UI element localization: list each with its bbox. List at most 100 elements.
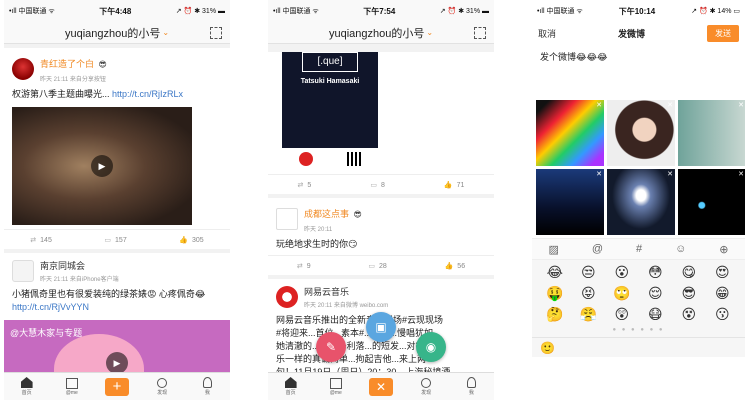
repost-button[interactable]: ⇄ 5: [298, 181, 312, 189]
attached-image[interactable]: ✕: [536, 169, 604, 235]
avatar[interactable]: [12, 57, 34, 80]
poster-title: [.que]: [302, 52, 358, 72]
emoji-category-tab[interactable]: 🙂: [540, 341, 555, 355]
hashtag-icon[interactable]: #: [636, 243, 642, 255]
author-name[interactable]: 成都这点事: [304, 209, 349, 219]
avatar[interactable]: [276, 207, 298, 230]
emoji-key[interactable]: 😂: [538, 264, 572, 281]
avatar[interactable]: [276, 286, 298, 308]
post-meta: 昨天 21:11 来自iPhone客户端: [40, 277, 119, 283]
like-button[interactable]: 👍 56: [445, 262, 466, 270]
battery-indicator: ↗ ⏰ ✱ 14% ▭: [691, 8, 740, 15]
feed-post[interactable]: 成都这点事 😎 昨天 20:11 玩绝地求生时的你😏 ⇄ 9 ▭ 28 👍 56: [268, 198, 494, 275]
tab-home[interactable]: 首页: [9, 377, 45, 396]
emoji-key[interactable]: 😲: [605, 306, 639, 323]
plus-icon[interactable]: +: [104, 377, 129, 396]
cancel-button[interactable]: 取消: [538, 27, 556, 40]
account-switcher[interactable]: yuqiangzhou的小号: [329, 25, 424, 41]
emoji-key[interactable]: 😵: [672, 306, 706, 323]
send-button[interactable]: 发送: [707, 24, 739, 42]
tab-compose[interactable]: ✕: [363, 377, 399, 396]
account-switcher[interactable]: yuqiangzhou的小号: [65, 25, 160, 41]
avatar[interactable]: [12, 260, 34, 282]
scan-qr-icon[interactable]: [210, 27, 222, 39]
tab-mentions[interactable]: @me: [318, 377, 354, 396]
post-link[interactable]: http://t.cn/RjVvYYN: [12, 302, 89, 312]
remove-image-icon[interactable]: ✕: [667, 101, 673, 109]
poster-artist: Tatsuki Hamasaki: [300, 78, 360, 85]
repost-button[interactable]: ⇄ 9: [297, 262, 311, 270]
tab-label: @me: [329, 389, 342, 396]
emoji-key[interactable]: 🤑: [538, 285, 572, 302]
remove-image-icon[interactable]: ✕: [596, 101, 602, 109]
attached-image[interactable]: ✕: [607, 100, 675, 166]
comment-icon: ▭: [368, 262, 376, 270]
compose-textarea[interactable]: 发个微博😂😂😂: [532, 44, 745, 100]
emoji-icon[interactable]: ☺: [675, 243, 686, 255]
emoji-key[interactable]: 🙄: [605, 285, 639, 302]
like-button[interactable]: 👍 71: [444, 181, 465, 189]
tab-mentions[interactable]: @me: [54, 377, 90, 396]
emoji-key[interactable]: 😁: [706, 285, 740, 302]
feed-post[interactable]: 南京同城会 昨天 21:11 来自iPhone客户端 小猪佩奇里也有很爱装纯的绿…: [4, 253, 230, 390]
close-icon[interactable]: ✕: [368, 377, 393, 396]
tab-compose[interactable]: +: [99, 377, 135, 396]
emoji-key[interactable]: 😗: [706, 306, 740, 323]
emoji-key[interactable]: 😮: [605, 264, 639, 281]
attached-image[interactable]: ✕: [536, 100, 604, 166]
compose-photo-button[interactable]: ▣: [366, 312, 396, 342]
author-name[interactable]: 青红造了个白: [40, 59, 94, 69]
tab-home[interactable]: 首页: [273, 377, 309, 396]
compose-camera-button[interactable]: ◉: [416, 332, 446, 362]
comment-button[interactable]: ▭ 157: [104, 236, 126, 244]
comment-button[interactable]: ▭ 28: [368, 262, 386, 270]
emoji-key[interactable]: 😋: [672, 264, 706, 281]
search-icon: [157, 377, 168, 388]
tab-me[interactable]: 我: [453, 377, 489, 396]
tab-discover[interactable]: 发现: [144, 377, 180, 396]
emoji-key[interactable]: 😷: [639, 306, 673, 323]
like-button[interactable]: 👍 305: [179, 236, 203, 244]
repost-button[interactable]: ⇄ 145: [30, 236, 52, 244]
feed-post[interactable]: [.que] Tatsuki Hamasaki ⇄ 5 ▭ 8 👍 71: [268, 52, 494, 194]
attached-image[interactable]: ✕: [607, 169, 675, 235]
compose-text-button[interactable]: ✎: [316, 332, 346, 362]
mail-icon: [65, 377, 78, 389]
emoji-key[interactable]: 😝: [572, 285, 606, 302]
post-link[interactable]: http://t.cn/RjIzRLx: [112, 89, 183, 99]
play-icon[interactable]: ▶: [91, 155, 113, 177]
tab-discover[interactable]: 发现: [408, 377, 444, 396]
phone-compose: •ıll 中国联通 ᯤ 下午10:14 ↗ ⏰ ✱ 14% ▭ 取消 发微博 发…: [532, 0, 745, 400]
status-bar: •ıll 中国联通 ᯤ 下午10:14 ↗ ⏰ ✱ 14% ▭: [532, 0, 745, 22]
remove-image-icon[interactable]: ✕: [596, 170, 602, 178]
attached-image[interactable]: ✕: [678, 169, 745, 235]
feed-post[interactable]: 青红造了个白 😎 昨天 21:11 来自分享按钮 权游第八季主题曲曝光... h…: [4, 48, 230, 249]
tab-me[interactable]: 我: [189, 377, 225, 396]
compose-header: 取消 发微博 发送: [532, 22, 745, 44]
emoji-key[interactable]: 😳: [639, 264, 673, 281]
author-name[interactable]: 南京同城会: [40, 259, 119, 272]
chevron-down-icon[interactable]: ⌄: [426, 28, 433, 37]
emoji-key[interactable]: 🤔: [538, 306, 572, 323]
repost-count: 5: [307, 181, 312, 189]
more-icon[interactable]: ⊕: [719, 243, 728, 256]
comment-button[interactable]: ▭ 8: [370, 181, 385, 189]
concert-poster-image[interactable]: [.que] Tatsuki Hamasaki: [282, 52, 378, 170]
remove-image-icon[interactable]: ✕: [667, 170, 673, 178]
emoji-key[interactable]: 😎: [672, 285, 706, 302]
emoji-key[interactable]: 😍: [706, 264, 740, 281]
emoji-key[interactable]: 😌: [639, 285, 673, 302]
emoji-key[interactable]: 😤: [572, 306, 606, 323]
video-thumbnail[interactable]: ▶: [12, 107, 192, 225]
image-icon[interactable]: ▨: [548, 243, 558, 256]
remove-image-icon[interactable]: ✕: [738, 170, 744, 178]
author-name[interactable]: 网易云音乐: [304, 285, 388, 298]
phone-feed-1: •ıll 中国联通 ᯤ 下午4:48 ↗ ⏰ ✱ 31% ▬ yuqiangzh…: [4, 0, 230, 400]
emoji-key[interactable]: 😒: [572, 264, 606, 281]
post-body: 小猪佩奇里也有很爱装纯的绿茶婊😡 心疼佩奇😂: [12, 289, 206, 299]
mention-icon[interactable]: @: [592, 243, 603, 255]
attached-image[interactable]: ✕: [678, 100, 745, 166]
scan-qr-icon[interactable]: [474, 27, 486, 39]
chevron-down-icon[interactable]: ⌄: [162, 28, 169, 37]
remove-image-icon[interactable]: ✕: [738, 101, 744, 109]
